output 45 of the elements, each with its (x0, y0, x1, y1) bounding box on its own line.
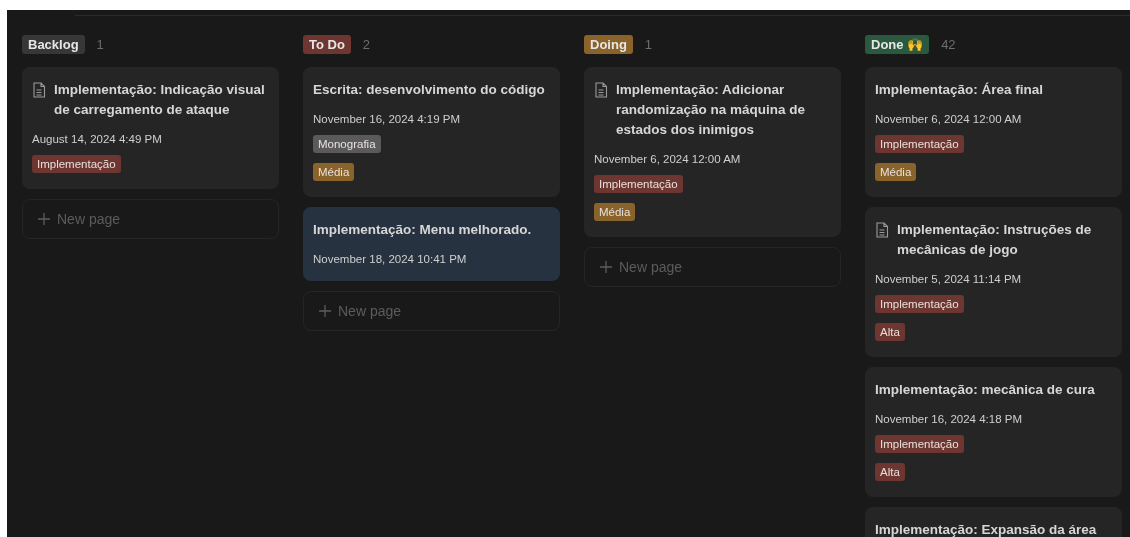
card-date: November 18, 2024 10:41 PM (313, 253, 468, 265)
task-card[interactable]: Implementação: mecânica de cura November 16, 2024 4:18 PM Implementação Alta (865, 367, 1122, 497)
card-date: August 14, 2024 4:49 PM (32, 133, 163, 145)
card-title: Escrita: desenvolvimento do código (313, 81, 545, 99)
tag: Média (594, 203, 636, 221)
task-card[interactable]: Implementação: Menu melhorado. November 18, 2024 10:41 PM (303, 207, 560, 281)
card-count: 2 (362, 36, 371, 52)
card-title: Implementação: Menu melhorado. (313, 221, 532, 239)
plus-icon (318, 304, 332, 318)
card-title: Implementação: Expansão da área (875, 521, 1097, 537)
card-date: November 6, 2024 12:00 AM (594, 153, 742, 165)
tag: Implementação (875, 135, 964, 153)
column-label: To Do (303, 34, 351, 54)
tag: Média (313, 163, 355, 181)
column-label: Backlog (22, 34, 85, 54)
plus-icon (599, 260, 613, 274)
plus-icon (37, 212, 51, 226)
card-date: November 5, 2024 11:14 PM (875, 273, 1023, 285)
tag: Média (875, 163, 917, 181)
task-card[interactable]: Implementação: Área final November 6, 2024 12:00 AM Implementação Média (865, 67, 1122, 197)
tag: Implementação (875, 295, 964, 313)
task-card[interactable]: Implementação: Indicação visual de carregamento de ataque August 14, 2024 4:49 PM Implementação (22, 67, 279, 189)
card-count: 1 (644, 36, 653, 52)
task-card[interactable]: Implementação: Expansão da área (865, 507, 1122, 537)
card-title: Implementação: Indicação visual de carregamento de ataque (54, 81, 266, 119)
tag: Implementação (32, 155, 121, 173)
tag: Alta (875, 323, 905, 341)
card-title: Implementação: Instruções de mecânicas de jogo (897, 221, 1093, 259)
card-count: 42 (941, 36, 956, 52)
task-card[interactable]: Escrita: desenvolvimento do código November 16, 2024 4:19 PM Monografia Média (303, 67, 560, 197)
tag: Implementação (594, 175, 683, 193)
card-date: November 16, 2024 4:18 PM (875, 413, 1024, 425)
card-title: Implementação: Área final (875, 81, 1044, 99)
card-date: November 16, 2024 4:19 PM (313, 113, 462, 125)
column-label: Doing (584, 34, 633, 54)
column-label: Done 🙌 (865, 34, 930, 54)
tag: Alta (875, 463, 905, 481)
task-card[interactable]: Implementação: Adicionar randomização na máquina de estados dos inimigos November 6, 2024 12:00 AM Implementação Média (584, 67, 841, 237)
tag: Implementação (875, 435, 964, 453)
card-date: November 6, 2024 12:00 AM (875, 113, 1023, 125)
task-card[interactable]: Implementação: Instruções de mecânicas de jogo November 5, 2024 11:14 PM Implementação Alta (865, 207, 1122, 357)
tag: Monografia (313, 135, 381, 153)
card-count: 1 (96, 36, 104, 52)
card-title: Implementação: Adicionar randomização na máquina de estados dos inimigos (616, 81, 807, 139)
card-title: Implementação: mecânica de cura (875, 381, 1095, 399)
